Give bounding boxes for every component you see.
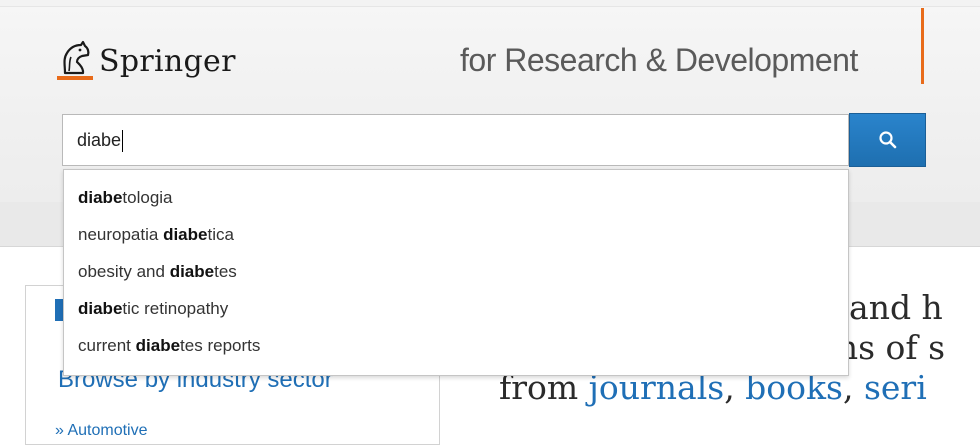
suggestion-item[interactable]: neuropatia diabetica [64,216,848,253]
search-icon [878,131,896,149]
brand-name: Springer [99,43,236,79]
suggestion-prefix: current [78,336,136,355]
search-input[interactable]: diabe [62,114,849,166]
springer-logo[interactable]: Springer [55,36,236,86]
suggestion-match: diabe [78,299,123,318]
suggestion-item[interactable]: diabetologia [64,179,848,216]
brand-tagline: for Research & Development [460,42,858,78]
suggestion-prefix: neuropatia [78,225,164,244]
chess-knight-icon [57,40,93,80]
suggestion-suffix: tes reports [180,336,261,355]
sidebar-item-automotive[interactable]: » Automotive [55,422,148,440]
search-query-text: diabe [77,130,122,150]
autocomplete-dropdown: diabetologia neuropatia diabetica obesit… [63,169,849,376]
top-edge [0,0,980,7]
suggestion-item[interactable]: obesity and diabetes [64,253,848,290]
suggestion-suffix: tica [207,225,234,244]
suggestion-match: diabe [135,336,181,355]
suggestion-match: diabe [169,262,215,281]
orange-divider [921,8,924,84]
search-button[interactable] [849,113,926,167]
suggestion-item[interactable]: diabetic retinopathy [64,290,848,327]
suggestion-suffix: tic retinopathy [122,299,229,318]
suggestion-item[interactable]: current diabetes reports [64,327,848,364]
series-link[interactable]: seri [864,368,927,407]
suggestion-suffix: tologia [122,188,173,207]
suggestion-match: diabe [163,225,208,244]
suggestion-suffix: tes [214,262,237,281]
suggestion-prefix: obesity and [78,262,170,281]
text-caret [122,130,124,153]
suggestion-match: diabe [78,188,123,207]
